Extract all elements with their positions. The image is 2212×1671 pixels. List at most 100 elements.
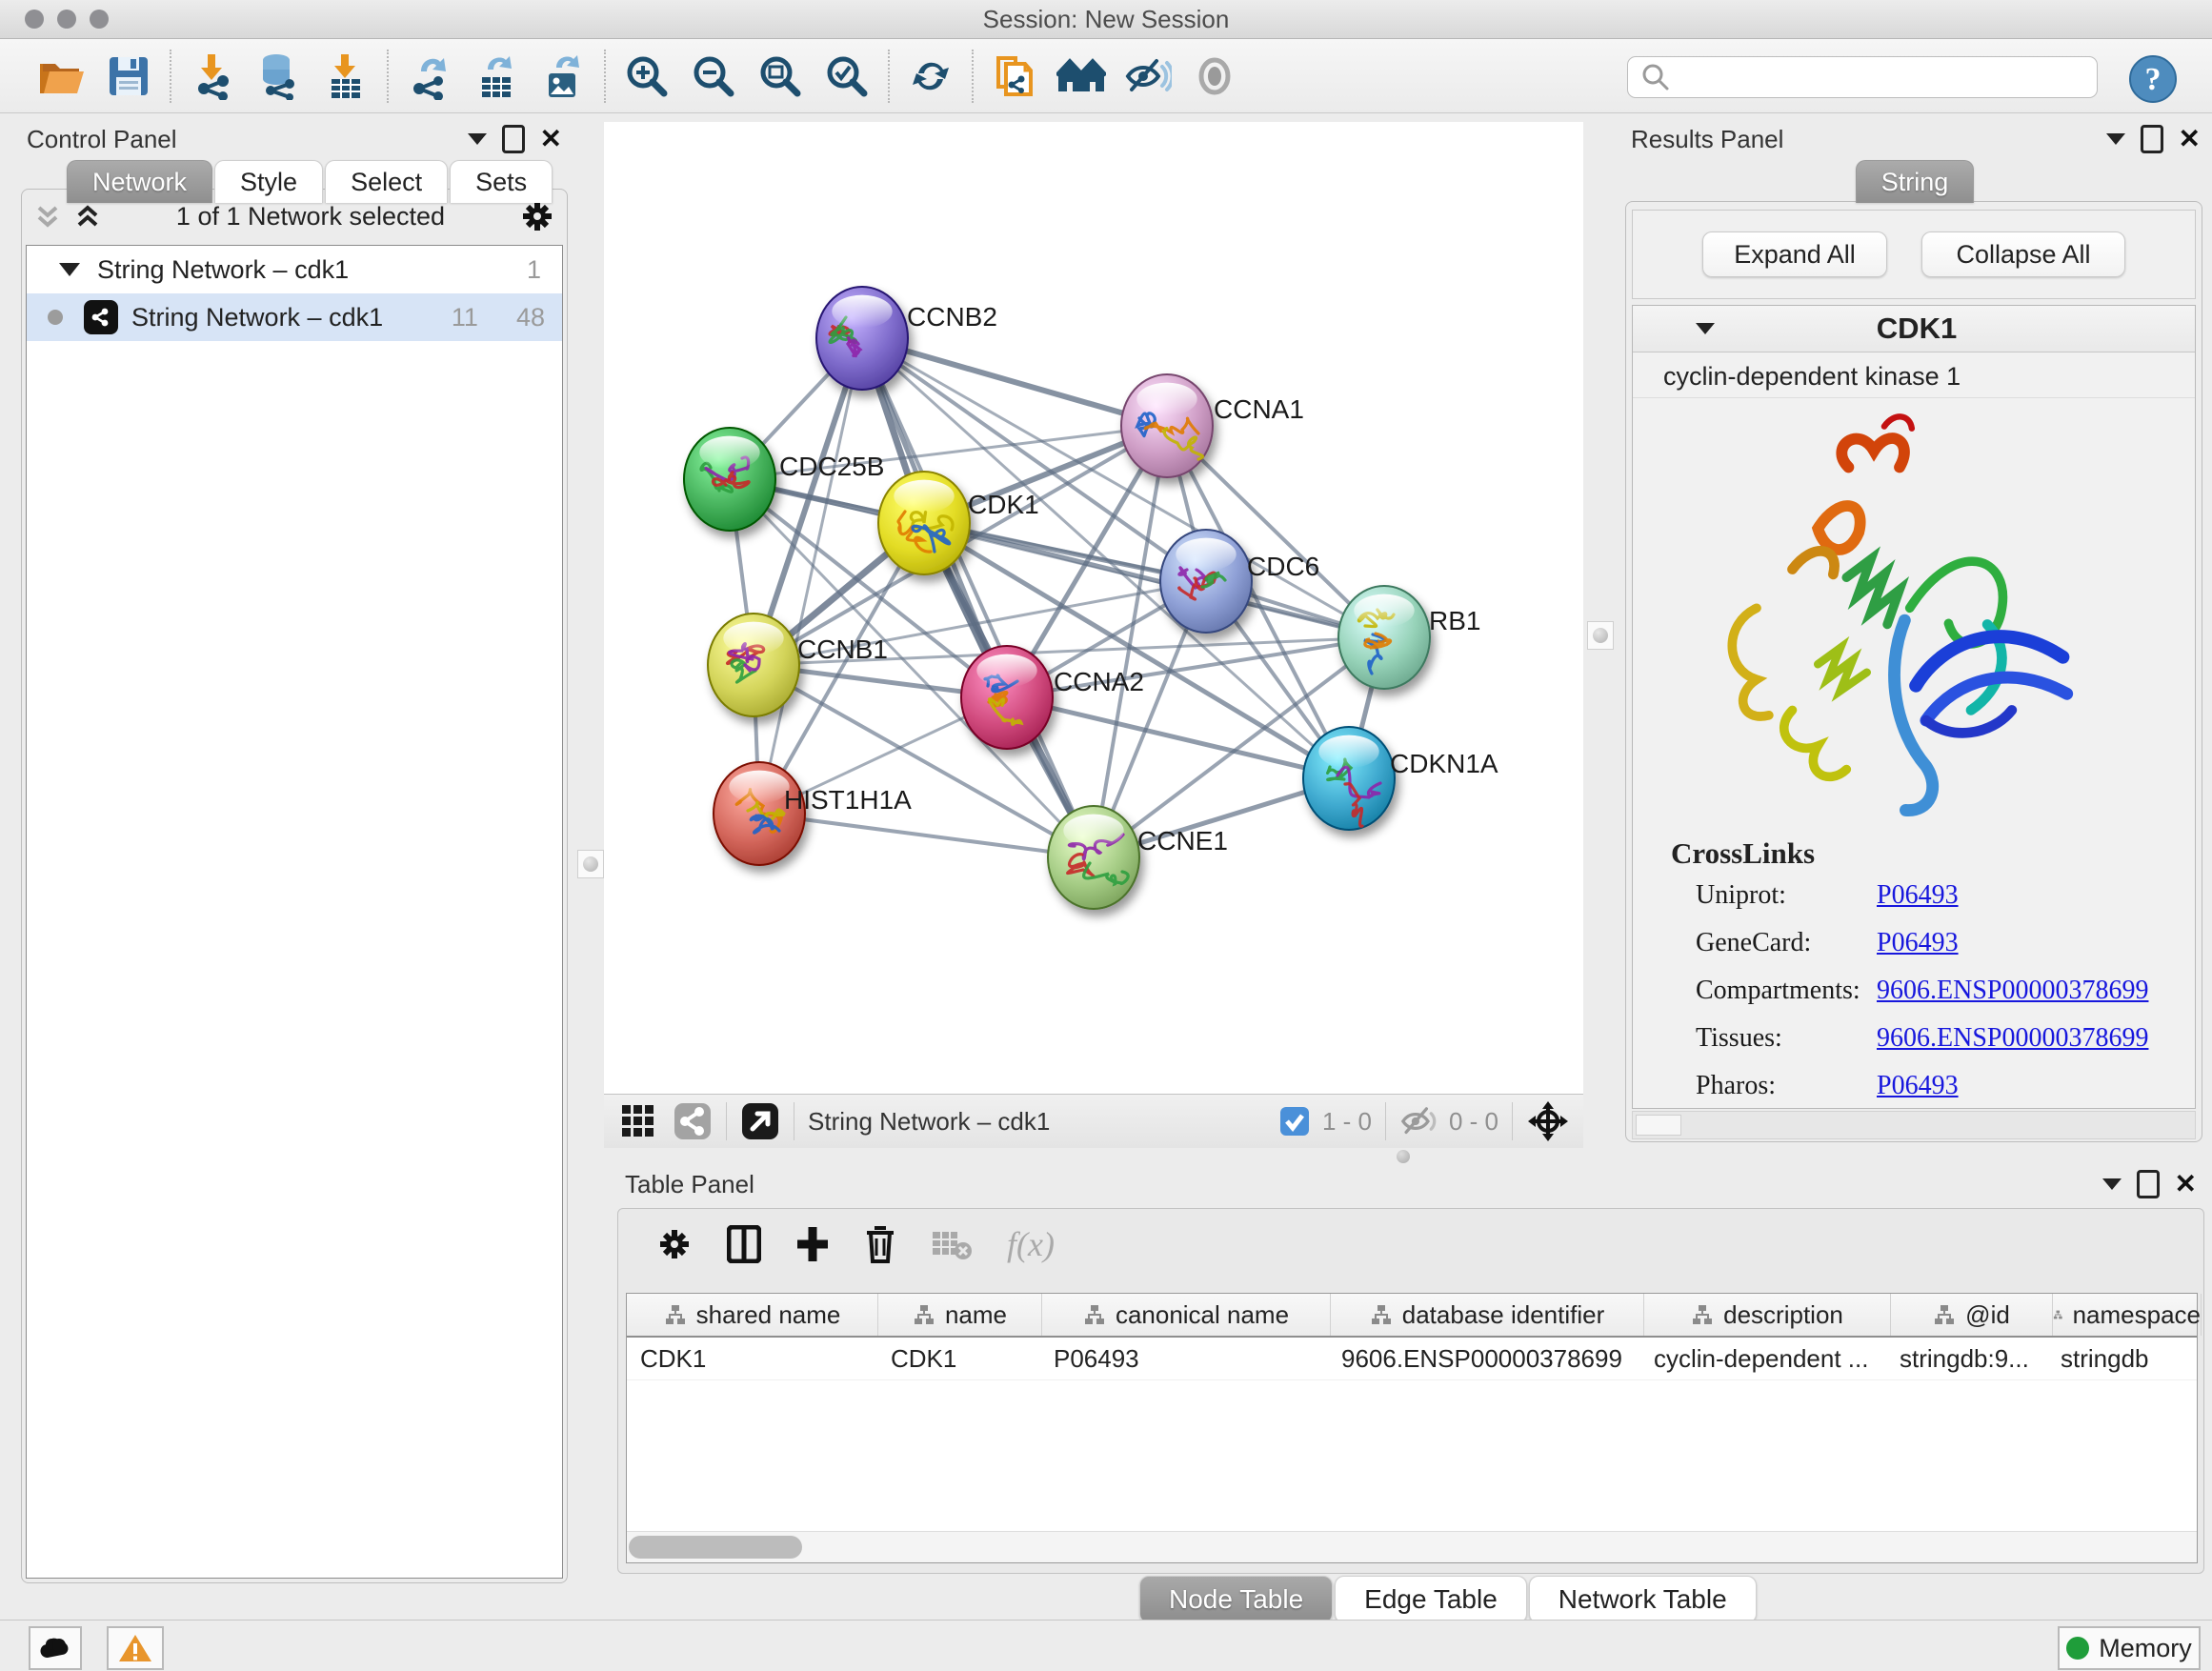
show-columns-icon[interactable] bbox=[727, 1225, 761, 1263]
column-header-canonical-name[interactable]: canonical name bbox=[1042, 1294, 1331, 1336]
table-float-icon[interactable] bbox=[2137, 1170, 2160, 1198]
table-hscrollbar[interactable] bbox=[627, 1531, 2197, 1562]
column-header-database-identifier[interactable]: database identifier bbox=[1331, 1294, 1644, 1336]
zoom-fit-button[interactable] bbox=[747, 48, 814, 105]
horizontal-splitter[interactable] bbox=[604, 1147, 2212, 1166]
selected-checkbox-icon[interactable] bbox=[1278, 1105, 1311, 1137]
edge-CCNB2-CCNE1[interactable] bbox=[862, 338, 1094, 857]
import-network-file-button[interactable] bbox=[179, 48, 246, 105]
hidden-eye-icon[interactable] bbox=[1399, 1104, 1439, 1138]
cloud-status-button[interactable] bbox=[29, 1626, 82, 1670]
right-splitter-handle[interactable] bbox=[1587, 621, 1614, 650]
table-tab-edge-table[interactable]: Edge Table bbox=[1335, 1576, 1527, 1623]
crosslink-link[interactable]: 9606.ENSP00000378699 bbox=[1877, 976, 2148, 1006]
edge-CCNB2-HIST1H1A[interactable] bbox=[759, 338, 862, 814]
open-external-icon[interactable] bbox=[740, 1101, 780, 1141]
network-share-icon[interactable] bbox=[673, 1101, 713, 1141]
table-close-icon[interactable]: ✕ bbox=[2175, 1171, 2197, 1198]
crosslink-link[interactable]: P06493 bbox=[1877, 1071, 1959, 1101]
result-description: cyclin-dependent kinase 1 bbox=[1633, 352, 2195, 398]
result-card-header[interactable]: CDK1 bbox=[1633, 306, 2195, 352]
function-builder-icon: f(x) bbox=[1007, 1224, 1055, 1264]
crosslink-link[interactable]: 9606.ENSP00000378699 bbox=[1877, 1023, 2148, 1054]
edge-CCNB2-CCNA1[interactable] bbox=[862, 338, 1167, 426]
results-close-icon[interactable]: ✕ bbox=[2179, 126, 2201, 152]
memory-button[interactable]: Memory bbox=[2058, 1626, 2201, 1670]
table-settings-gear-icon[interactable] bbox=[656, 1226, 693, 1262]
table-menu-icon[interactable] bbox=[2102, 1178, 2122, 1190]
hide-selected-button[interactable] bbox=[1115, 48, 1181, 105]
network-options-gear-icon[interactable] bbox=[519, 198, 555, 234]
documents-share-icon bbox=[993, 52, 1036, 100]
collapse-all-icon[interactable] bbox=[33, 202, 62, 231]
table-row[interactable]: CDK1CDK1P064939606.ENSP00000378699cyclin… bbox=[627, 1338, 2197, 1380]
results-tab-string[interactable]: String bbox=[1856, 160, 1975, 203]
help-button[interactable]: ? bbox=[2128, 54, 2178, 104]
node-CCNA1[interactable]: CCNA1 bbox=[1121, 374, 1304, 477]
search-input[interactable] bbox=[1678, 63, 2097, 91]
import-table-button[interactable] bbox=[312, 48, 379, 105]
expand-all-button[interactable]: Expand All bbox=[1702, 232, 1887, 277]
import-network-icon bbox=[191, 52, 234, 100]
table-cell: cyclin-dependent ... bbox=[1640, 1338, 1886, 1379]
control-panel: Control Panel ✕ NetworkStyleSelectSets 1… bbox=[13, 118, 575, 1610]
memory-status-dot bbox=[2066, 1637, 2089, 1660]
results-menu-icon[interactable] bbox=[2106, 133, 2125, 145]
results-hscrollbar[interactable] bbox=[1632, 1111, 2196, 1139]
home-overview-button[interactable] bbox=[1048, 48, 1115, 105]
results-float-icon[interactable] bbox=[2141, 125, 2163, 153]
column-header--id[interactable]: @id bbox=[1891, 1294, 2053, 1336]
table-tab-node-table[interactable]: Node Table bbox=[1139, 1576, 1333, 1623]
control-tab-style[interactable]: Style bbox=[214, 160, 323, 203]
open-session-button[interactable] bbox=[29, 48, 95, 105]
zoom-selected-button[interactable] bbox=[814, 48, 880, 105]
result-collapse-arrow[interactable] bbox=[1696, 323, 1715, 334]
documents-share-button[interactable] bbox=[981, 48, 1048, 105]
crosslink-row: Compartments:9606.ENSP00000378699 bbox=[1696, 976, 2195, 1006]
save-session-button[interactable] bbox=[95, 48, 162, 105]
apply-layout-button[interactable] bbox=[897, 48, 964, 105]
fit-content-crosshair-icon[interactable] bbox=[1526, 1099, 1570, 1143]
node-label: CCNE1 bbox=[1137, 826, 1228, 856]
left-splitter-handle[interactable] bbox=[577, 850, 604, 878]
delete-column-icon[interactable] bbox=[864, 1224, 896, 1264]
network-row[interactable]: String Network – cdk1 11 48 bbox=[27, 293, 562, 341]
column-header-description[interactable]: description bbox=[1644, 1294, 1891, 1336]
node-CCNE1[interactable]: CCNE1 bbox=[1048, 806, 1228, 909]
birdseye-grid-icon[interactable] bbox=[619, 1102, 657, 1140]
crosslink-link[interactable]: P06493 bbox=[1877, 928, 1959, 958]
edge-HIST1H1A-CCNE1[interactable] bbox=[759, 814, 1094, 857]
crosslink-link[interactable]: P06493 bbox=[1877, 880, 1959, 911]
column-header-shared-name[interactable]: shared name bbox=[627, 1294, 878, 1336]
panel-float-icon[interactable] bbox=[502, 125, 525, 153]
export-network-button[interactable] bbox=[396, 48, 463, 105]
export-table-button[interactable] bbox=[463, 48, 530, 105]
network-collection-row[interactable]: String Network – cdk1 1 bbox=[27, 246, 562, 293]
control-tab-select[interactable]: Select bbox=[325, 160, 448, 203]
node-label: CCNB2 bbox=[907, 302, 997, 332]
network-canvas[interactable]: CCNB2CCNA1CDC25BCDK1CDC6RB1CCNB1CCNA2CDK… bbox=[604, 122, 1583, 1094]
control-tab-sets[interactable]: Sets bbox=[450, 160, 553, 203]
table-tab-network-table[interactable]: Network Table bbox=[1529, 1576, 1757, 1623]
expand-all-icon[interactable] bbox=[73, 202, 102, 231]
zoom-in-button[interactable] bbox=[613, 48, 680, 105]
column-header-name[interactable]: name bbox=[878, 1294, 1042, 1336]
control-tab-network[interactable]: Network bbox=[67, 160, 212, 203]
warnings-button[interactable] bbox=[107, 1626, 164, 1670]
window-title: Session: New Session bbox=[0, 5, 2212, 34]
collapse-all-button[interactable]: Collapse All bbox=[1921, 232, 2125, 277]
column-header-namespace[interactable]: namespace bbox=[2053, 1294, 2202, 1336]
tree-expand-arrow[interactable] bbox=[59, 263, 80, 276]
zoom-out-button[interactable] bbox=[680, 48, 747, 105]
show-all-button[interactable] bbox=[1181, 48, 1248, 105]
node-HIST1H1A[interactable]: HIST1H1A bbox=[714, 762, 912, 865]
export-image-button[interactable] bbox=[530, 48, 596, 105]
import-network-database-button[interactable] bbox=[246, 48, 312, 105]
add-column-icon[interactable] bbox=[795, 1225, 830, 1263]
panel-close-icon[interactable]: ✕ bbox=[540, 126, 562, 152]
node-CCNB2[interactable]: CCNB2 bbox=[816, 287, 997, 390]
panel-menu-icon[interactable] bbox=[468, 133, 487, 145]
node-RB1[interactable]: RB1 bbox=[1338, 586, 1480, 689]
node-CDC25B[interactable]: CDC25B bbox=[684, 428, 884, 531]
node-CDKN1A[interactable]: CDKN1A bbox=[1303, 727, 1498, 830]
